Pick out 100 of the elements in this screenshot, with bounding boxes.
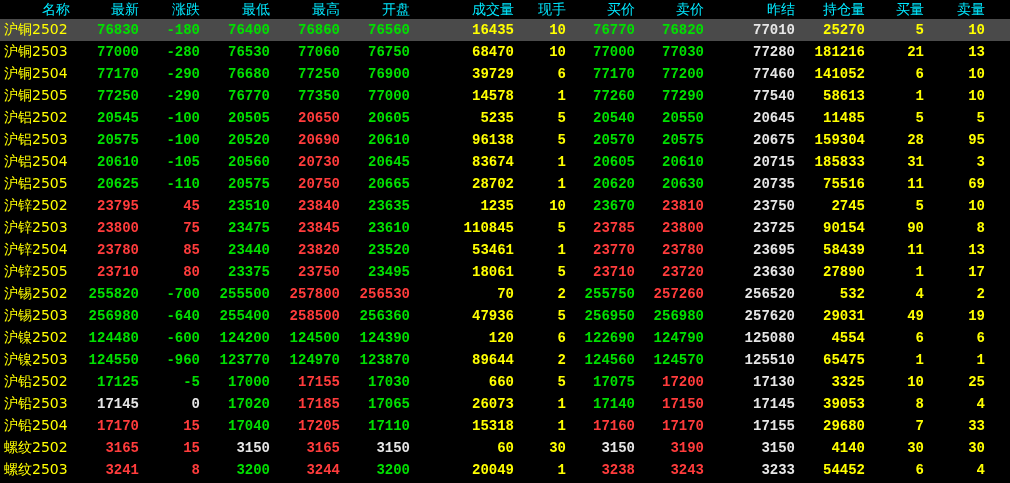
table-row[interactable]: 沪镍2503 124550 -960 123770 124970 123870 89644 2 124560 124570 125510 65475 1 1 <box>0 349 1010 371</box>
table-cell-text: 660 <box>487 374 514 390</box>
contract-name: 螺纹2502 <box>3 439 69 457</box>
table-cell-text: 77000 <box>96 44 139 60</box>
column-header[interactable]: 买量 <box>865 0 924 19</box>
table-cell-text: 23495 <box>367 264 410 280</box>
table-cell-text: 54452 <box>822 462 865 478</box>
table-cell-text: 120 <box>487 330 514 346</box>
column-header[interactable]: 卖价 <box>635 0 704 19</box>
column-header[interactable]: 涨跌 <box>139 0 200 19</box>
table-cell-text: 3150 <box>235 440 270 456</box>
column-header[interactable]: 开盘 <box>340 0 410 19</box>
table-cell-text: 20750 <box>297 176 340 192</box>
table-cell-text: 3150 <box>600 440 635 456</box>
table-row[interactable]: 沪锡2502 255820 -700 255500 257800 256530 70 2 255750 257260 256520 532 4 2 <box>0 283 1010 305</box>
table-cell-text: 6 <box>914 330 924 346</box>
table-cell-text: -5 <box>182 374 200 390</box>
column-header[interactable]: 买价 <box>566 0 635 19</box>
table-cell-text: 4 <box>914 286 924 302</box>
table-cell-text: 23475 <box>227 220 270 236</box>
table-cell-text: 17200 <box>661 374 704 390</box>
column-header[interactable]: 持仓量 <box>795 0 865 19</box>
table-cell-text: 256980 <box>87 308 139 324</box>
table-cell-text: 17130 <box>752 374 795 390</box>
table-cell-text: 159304 <box>813 132 865 148</box>
table-row[interactable]: 沪锌2503 23800 75 23475 23845 23610 110845 5 23785 23800 23725 90154 90 8 <box>0 217 1010 239</box>
table-cell-text: 23630 <box>752 264 795 280</box>
table-row[interactable]: 螺纹2502 3165 15 3150 3165 3150 60 30 3150 3190 3150 4140 30 30 <box>0 437 1010 459</box>
column-header[interactable]: 卖量 <box>924 0 985 19</box>
table-row[interactable]: 沪镍2502 124480 -600 124200 124500 124390 120 6 122690 124790 125080 4554 6 6 <box>0 327 1010 349</box>
contract-name: 沪镍2503 <box>3 351 69 369</box>
column-header[interactable]: 现手 <box>514 0 566 19</box>
table-row[interactable]: 沪铝2504 20610 -105 20560 20730 20645 83674 1 20605 20610 20715 185833 31 3 <box>0 151 1010 173</box>
table-cell-text: 13 <box>967 242 985 258</box>
column-header[interactable]: 昨结 <box>704 0 795 19</box>
table-cell-text: 2 <box>556 286 566 302</box>
table-cell-text: 6 <box>556 330 566 346</box>
table-cell-text: 23840 <box>297 198 340 214</box>
column-header[interactable]: 最新 <box>70 0 139 19</box>
column-header[interactable]: 最低 <box>200 0 270 19</box>
table-cell-text: 76820 <box>661 22 704 38</box>
table-cell-text: 20630 <box>661 176 704 192</box>
table-cell-text: 95 <box>967 132 985 148</box>
table-cell-text: 11485 <box>822 110 865 126</box>
contract-name: 沪铜2503 <box>3 43 69 61</box>
table-cell-text: 17145 <box>752 396 795 412</box>
table-cell-text: 255750 <box>583 286 635 302</box>
table-cell-text: 257620 <box>743 308 795 324</box>
table-cell-text: 257260 <box>652 286 704 302</box>
table-row[interactable]: 沪铝2503 20575 -100 20520 20690 20610 96138 5 20570 20575 20675 159304 28 95 <box>0 129 1010 151</box>
table-cell-text: 20620 <box>592 176 635 192</box>
table-row[interactable]: 沪铝2505 20625 -110 20575 20750 20665 28702 1 20620 20630 20735 75516 11 69 <box>0 173 1010 195</box>
table-cell-text: 5 <box>556 220 566 236</box>
table-cell-text: 39729 <box>471 66 514 82</box>
table-cell-text: 17040 <box>227 418 270 434</box>
table-row[interactable]: 螺纹2503 3241 8 3200 3244 3200 20049 1 3238 3243 3233 54452 6 4 <box>0 459 1010 481</box>
table-cell-text: 6 <box>556 66 566 82</box>
table-cell-text: 3200 <box>235 462 270 478</box>
table-row[interactable]: 沪铜2502 76830 -180 76400 76860 76560 16435 10 76770 76820 77010 25270 5 10 <box>0 19 1010 41</box>
table-row[interactable]: 沪锡2503 256980 -640 255400 258500 256360 47936 5 256950 256980 257620 29031 49 19 <box>0 305 1010 327</box>
table-cell-text: 5 <box>914 198 924 214</box>
table-cell-text: 8 <box>975 220 985 236</box>
table-row[interactable]: 沪铜2504 77170 -290 76680 77250 76900 39729 6 77170 77200 77460 141052 6 10 <box>0 63 1010 85</box>
table-cell-text: 8 <box>190 462 200 478</box>
table-cell-text: -960 <box>165 352 200 368</box>
contract-name: 沪铅2504 <box>3 417 69 435</box>
table-row[interactable]: 沪铅2502 17125 -5 17000 17155 17030 660 5 17075 17200 17130 3325 10 25 <box>0 371 1010 393</box>
table-cell-text: 17150 <box>661 396 704 412</box>
table-cell-text: 30 <box>906 440 924 456</box>
table-cell-text: -105 <box>165 154 200 170</box>
column-header[interactable]: 成交量 <box>410 0 514 19</box>
table-cell-text: 23710 <box>96 264 139 280</box>
table-row[interactable]: 沪铝2502 20545 -100 20505 20650 20605 5235 5 20540 20550 20645 11485 5 5 <box>0 107 1010 129</box>
column-header[interactable]: 最高 <box>270 0 340 19</box>
table-row[interactable]: 沪铅2504 17170 15 17040 17205 17110 15318 1 17160 17170 17155 29680 7 33 <box>0 415 1010 437</box>
table-cell-text: 23785 <box>592 220 635 236</box>
table-cell-text: -640 <box>165 308 200 324</box>
column-header[interactable]: 名称 <box>0 0 70 19</box>
table-row[interactable]: 沪铜2505 77250 -290 76770 77350 77000 14578 1 77260 77290 77540 58613 1 10 <box>0 85 1010 107</box>
table-cell-text: 10 <box>906 374 924 390</box>
table-cell-text: 83674 <box>471 154 514 170</box>
table-row[interactable]: 沪铜2503 77000 -280 76530 77060 76750 68470 10 77000 77030 77280 181216 21 13 <box>0 41 1010 63</box>
table-cell-text: 1 <box>556 154 566 170</box>
table-cell-text: 23750 <box>297 264 340 280</box>
table-cell-text: 5235 <box>479 110 514 126</box>
table-cell-text: 124560 <box>583 352 635 368</box>
table-row[interactable]: 沪铅2503 17145 0 17020 17185 17065 26073 1 17140 17150 17145 39053 8 4 <box>0 393 1010 415</box>
table-row[interactable]: 沪锌2502 23795 45 23510 23840 23635 1235 10 23670 23810 23750 2745 5 10 <box>0 195 1010 217</box>
table-cell-text: 90154 <box>822 220 865 236</box>
table-row[interactable]: 沪锌2505 23710 80 23375 23750 23495 18061 5 23710 23720 23630 27890 1 17 <box>0 261 1010 283</box>
table-cell-text: 23780 <box>96 242 139 258</box>
table-cell-text: 20735 <box>752 176 795 192</box>
table-row[interactable]: 沪锌2504 23780 85 23440 23820 23520 53461 1 23770 23780 23695 58439 11 13 <box>0 239 1010 261</box>
contract-name: 沪铝2503 <box>3 131 69 149</box>
table-cell-text: 5 <box>975 110 985 126</box>
table-cell-text: 124550 <box>87 352 139 368</box>
table-cell-text: 17170 <box>96 418 139 434</box>
table-cell-text: 89644 <box>471 352 514 368</box>
table-cell-text: 23795 <box>96 198 139 214</box>
table-cell-text: 28 <box>906 132 924 148</box>
